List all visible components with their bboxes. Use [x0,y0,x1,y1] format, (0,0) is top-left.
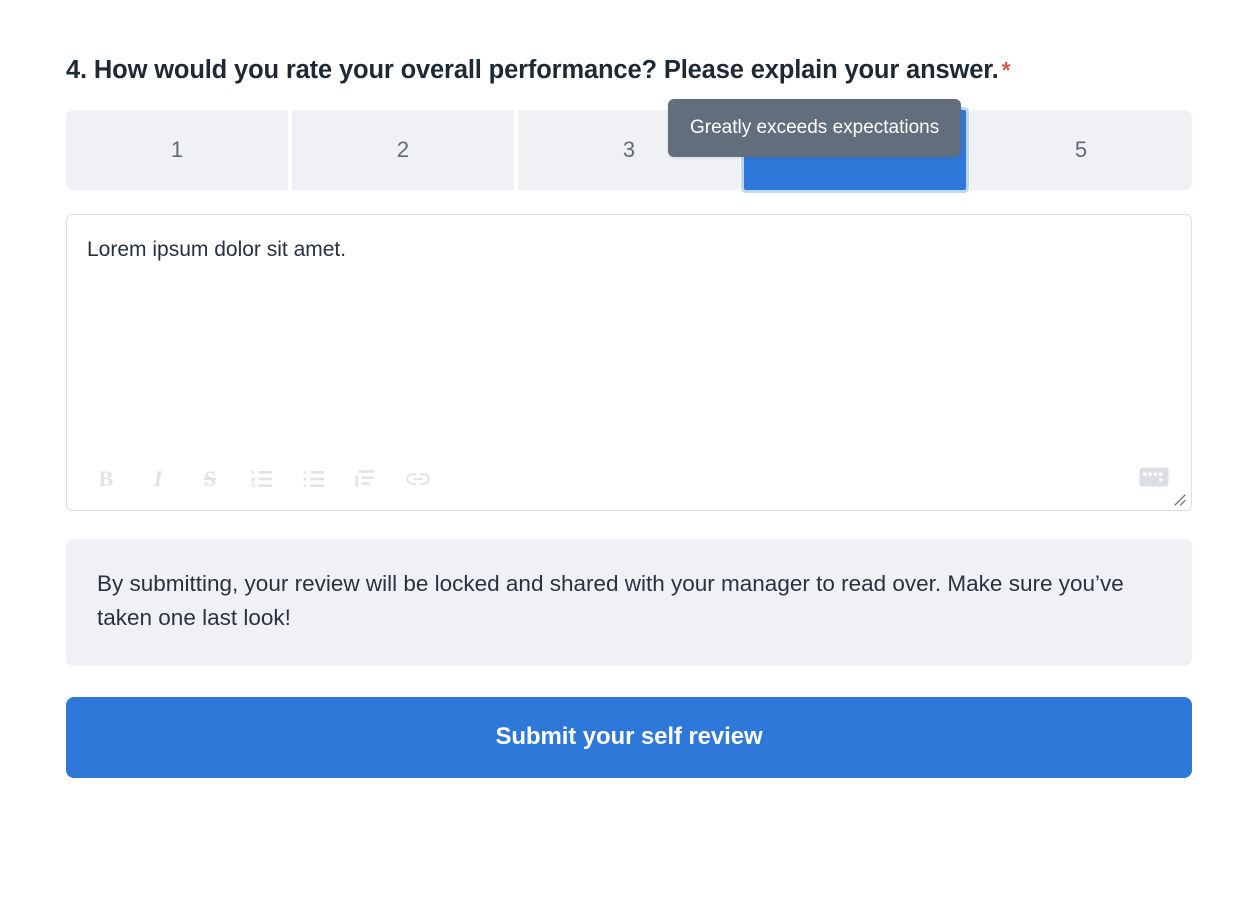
submit-self-review-button[interactable]: Submit your self review [66,696,1192,778]
page-title: 4. How would you rate your overall perfo… [66,0,1141,88]
blockquote-icon[interactable] [349,462,383,496]
bold-glyph: B [98,466,114,492]
rating-option-5[interactable]: 5 [970,110,1192,191]
bold-icon[interactable]: B [89,462,123,496]
rating-option-1[interactable]: 1 [66,110,288,191]
editor-text-area[interactable]: Lorem ipsum dolor sit amet. [67,215,1191,435]
editor-toolbar: B I S [67,448,1191,510]
italic-glyph: I [153,466,163,492]
question-text: 4. How would you rate your overall perfo… [66,56,999,84]
link-icon[interactable] [401,462,435,496]
submission-notice: By submitting, your review will be locke… [66,539,1192,666]
bulleted-list-icon[interactable] [297,462,331,496]
rating-option-2[interactable]: 2 [292,110,514,191]
strikethrough-glyph: S [203,466,217,492]
rating-scale: 1 2 3 4 5 [66,110,1192,191]
rating-tooltip-label: Greatly exceeds expectations [690,117,940,138]
italic-icon[interactable]: I [141,462,175,496]
strikethrough-icon[interactable]: S [193,462,227,496]
rating-tooltip: Greatly exceeds expectations [668,99,962,157]
rich-text-editor[interactable]: Lorem ipsum dolor sit amet. B I S [66,214,1192,512]
keyboard-icon[interactable] [1139,466,1169,493]
numbered-list-icon[interactable] [245,462,279,496]
required-asterisk: * [1001,57,1011,83]
submission-notice-text: By submitting, your review will be locke… [97,571,1124,631]
self-review-form: 4. How would you rate your overall perfo… [66,0,1192,778]
